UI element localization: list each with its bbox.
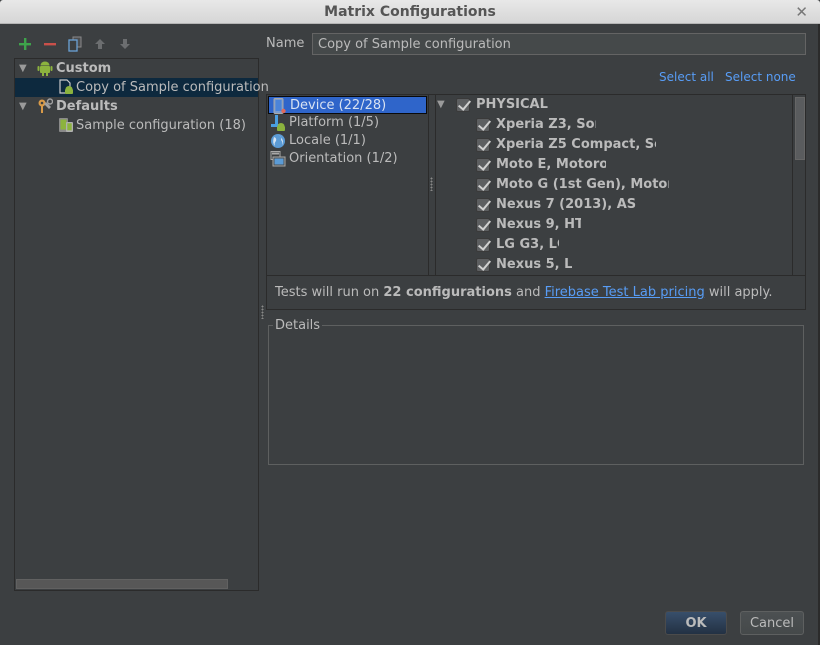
expand-arrow-icon[interactable]: ▼ [19, 101, 27, 112]
group-checkbox[interactable] [456, 98, 470, 112]
copy-icon [68, 36, 82, 52]
tree-group-defaults[interactable]: ▼ Defaults [15, 97, 258, 116]
firebase-pricing-link[interactable]: Firebase Test Lab pricing [545, 285, 705, 300]
value-group-physical[interactable]: ▼ PHYSICAL [436, 95, 805, 115]
select-none-link[interactable]: Select none [725, 70, 796, 84]
value-item[interactable]: Xperia Z3, Sony [436, 115, 805, 135]
tree-item-label: Copy of Sample configuration [76, 80, 269, 95]
dimension-list: Device (22/28) Platform (1/5) Locale (1/… [267, 95, 429, 275]
select-all-link[interactable]: Select all [659, 70, 714, 84]
value-label: LG G3, LG [496, 237, 559, 252]
horizontal-scrollbar[interactable] [16, 579, 228, 589]
configuration-tree: ▼ Custom Copy of Sample configuration ▼ … [14, 58, 269, 591]
value-item[interactable]: Nexus 5, LG [436, 255, 805, 275]
horizontal-splitter-handle[interactable] [261, 305, 264, 319]
configuration-count: 22 configurations [383, 285, 512, 300]
add-icon [19, 38, 31, 50]
summary-prefix: Tests will run on [275, 285, 384, 300]
vertical-scrollbar[interactable] [792, 95, 805, 275]
config-toolbar [17, 35, 133, 53]
summary-middle: and [511, 285, 545, 300]
tree-group-custom[interactable]: ▼ Custom [15, 59, 258, 78]
dimension-label: Device (22/28) [290, 98, 387, 113]
tree-item-copy-of-sample[interactable]: Copy of Sample configuration [15, 78, 269, 97]
value-label: Moto G (1st Gen), Motorola [496, 177, 669, 192]
copy-button[interactable] [67, 36, 83, 52]
window-title: Matrix Configurations [324, 4, 496, 20]
arrow-down-icon [120, 39, 130, 49]
move-up-button[interactable] [92, 36, 108, 52]
dimension-orientation[interactable]: Orientation (1/2) [268, 150, 427, 168]
android-icon [37, 61, 53, 76]
expand-arrow-icon[interactable]: ▼ [437, 99, 445, 110]
value-checkbox[interactable] [476, 258, 490, 272]
ok-button[interactable]: OK [665, 611, 727, 635]
dimension-values-tree: ▼ PHYSICAL Xperia Z3, Sony Xperia Z5 Com… [435, 95, 805, 275]
value-item[interactable]: Nexus 9, HTC [436, 215, 805, 235]
config-file-icon [59, 79, 73, 94]
orientation-icon [270, 151, 286, 167]
dimension-locale[interactable]: Locale (1/1) [268, 132, 427, 150]
tree-item-sample-configuration[interactable]: Sample configuration (18) [15, 116, 258, 135]
cancel-button[interactable]: Cancel [740, 611, 804, 635]
value-label: Nexus 7 (2013), ASUS [496, 197, 636, 212]
title-bar: Matrix Configurations ✕ [0, 0, 820, 24]
matrix-editor: Device (22/28) Platform (1/5) Locale (1/… [266, 94, 806, 310]
tree-group-label: Defaults [56, 99, 118, 114]
value-item[interactable]: Xperia Z5 Compact, Sony [436, 135, 805, 155]
dimension-label: Orientation (1/2) [289, 151, 398, 166]
group-label: PHYSICAL [476, 97, 548, 112]
value-item[interactable]: Moto E, Motorola [436, 155, 805, 175]
value-label: Xperia Z5 Compact, Sony [496, 137, 656, 152]
device-icon [273, 98, 286, 114]
value-checkbox[interactable] [476, 178, 490, 192]
value-checkbox[interactable] [476, 138, 490, 152]
value-label: Xperia Z3, Sony [496, 117, 596, 132]
expand-arrow-icon[interactable]: ▼ [19, 63, 27, 74]
details-legend: Details [273, 318, 323, 333]
details-panel: Details [268, 318, 804, 465]
value-checkbox[interactable] [476, 118, 490, 132]
dimension-label: Locale (1/1) [289, 133, 366, 148]
name-input[interactable] [312, 33, 806, 55]
scrollbar-thumb[interactable] [795, 97, 805, 160]
value-checkbox[interactable] [476, 198, 490, 212]
devices-icon [59, 118, 73, 132]
value-item[interactable]: Nexus 7 (2013), ASUS [436, 195, 805, 215]
vertical-splitter-handle[interactable] [430, 177, 433, 191]
remove-button[interactable] [42, 36, 58, 52]
dimension-device[interactable]: Device (22/28) [268, 96, 427, 114]
arrow-up-icon [95, 39, 105, 49]
close-icon[interactable]: ✕ [795, 3, 808, 21]
value-checkbox[interactable] [476, 238, 490, 252]
remove-icon [44, 43, 56, 46]
move-down-button[interactable] [117, 36, 133, 52]
value-checkbox[interactable] [476, 158, 490, 172]
value-label: Nexus 5, LG [496, 257, 572, 272]
add-button[interactable] [17, 36, 33, 52]
dimension-label: Platform (1/5) [289, 115, 380, 130]
value-label: Nexus 9, HTC [496, 217, 581, 232]
name-label: Name [266, 36, 305, 51]
summary-suffix: will apply. [704, 285, 773, 300]
tree-group-label: Custom [56, 61, 112, 76]
value-label: Moto E, Motorola [496, 157, 606, 172]
value-checkbox[interactable] [476, 218, 490, 232]
summary-text: Tests will run on 22 configurations and … [267, 275, 805, 309]
globe-icon [271, 134, 285, 148]
value-item[interactable]: Moto G (1st Gen), Motorola [436, 175, 805, 195]
tree-item-label: Sample configuration (18) [76, 118, 246, 133]
dimension-platform[interactable]: Platform (1/5) [268, 114, 427, 132]
value-item[interactable]: LG G3, LG [436, 235, 805, 255]
platform-icon [271, 115, 285, 131]
wrench-gear-icon [38, 98, 53, 113]
